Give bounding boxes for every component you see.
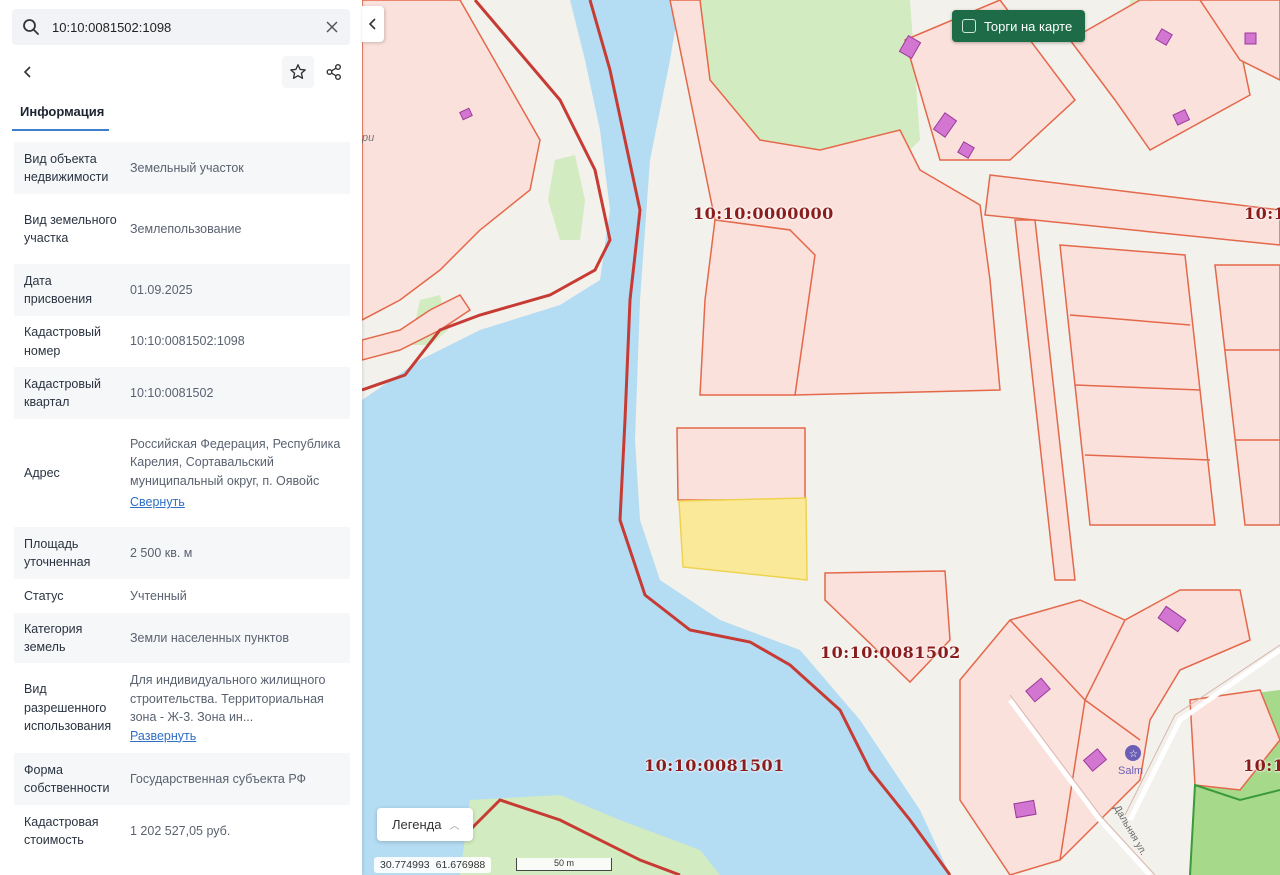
coordinates-readout: 30.774993 61.676988 [374, 857, 492, 873]
table-row: Вид разрешенного использования Для индив… [14, 663, 350, 753]
row-key: Вид земельного участка [24, 212, 117, 246]
info-sidebar: 10:10:0081502:1098 Информация Вид объект… [0, 0, 362, 875]
quarter-label: 10:10:0081501 [644, 756, 785, 775]
row-key: Дата присвоения [24, 273, 93, 307]
row-value: 2 500 кв. м [130, 545, 193, 560]
tab-bar: Информация [12, 100, 350, 132]
legend-button[interactable]: Легенда ︿ [377, 808, 473, 841]
row-value: Земельный участок [130, 160, 244, 175]
search-input[interactable]: 10:10:0081502:1098 [52, 20, 324, 35]
cadastral-map[interactable]: ☆ Salm ри Дальняя ул. 10:10:0000000 10:1… [362, 0, 1280, 875]
table-row: Кадастровый номер 10:10:0081502:1098 [14, 316, 350, 367]
table-row: Категория земель Земли населенных пункто… [14, 613, 350, 663]
share-button[interactable] [318, 56, 350, 88]
sidebar-toolbar [12, 56, 350, 88]
row-value: 10:10:0081502:1098 [130, 334, 245, 349]
row-value: Для индивидуального жилищного строительс… [130, 673, 326, 724]
row-value-container: Российская Федерация, Республика Карелия… [120, 419, 350, 527]
row-value-container: Для индивидуального жилищного строительс… [120, 663, 350, 753]
close-icon[interactable] [324, 19, 340, 35]
latitude: 61.676988 [435, 859, 486, 871]
scale-bar: 50 m [516, 858, 612, 871]
row-key: Форма собственности [24, 762, 110, 796]
quarter-label: 10:1 [1244, 204, 1280, 223]
quarter-label: 10:10:0081502 [820, 643, 961, 662]
table-row: Кадастровый квартал 10:10:0081502 [14, 367, 350, 419]
svg-text:☆: ☆ [1129, 749, 1138, 760]
row-key: Площадь уточненная [24, 536, 91, 570]
star-icon [290, 64, 306, 79]
info-table: Вид объекта недвижимости Земельный участ… [14, 142, 350, 857]
row-value: Земли населенных пунктов [130, 630, 289, 645]
map-canvas[interactable]: ☆ [362, 0, 1280, 875]
table-row: Вид земельного участка Землепользование [14, 194, 350, 264]
table-row: Вид объекта недвижимости Земельный участ… [14, 142, 350, 194]
row-key: Статус [24, 588, 64, 603]
table-row: Кадастровая стоимость 1 202 527,05 руб. [14, 805, 350, 857]
tab-information[interactable]: Информация [12, 100, 109, 131]
row-value: 01.09.2025 [130, 282, 193, 297]
checkbox-icon[interactable] [962, 19, 976, 33]
table-row: Адрес Российская Федерация, Республика К… [14, 419, 350, 527]
row-key: Вид разрешенного использования [24, 682, 112, 734]
expand-link[interactable]: Развернуть [130, 727, 342, 746]
auctions-toggle[interactable]: Торги на карте [952, 10, 1085, 42]
quarter-label: 10:10:0000000 [693, 204, 834, 223]
row-key: Кадастровый квартал [24, 376, 101, 410]
table-row: Площадь уточненная 2 500 кв. м [14, 527, 350, 579]
collapse-link[interactable]: Свернуть [130, 493, 342, 512]
table-row: Форма собственности Государственная субъ… [14, 753, 350, 805]
chevron-left-icon [23, 66, 31, 78]
back-button[interactable] [12, 56, 44, 88]
table-row: Статус Учтенный [14, 579, 350, 613]
chevron-left-icon [368, 18, 376, 30]
selected-parcel [678, 497, 808, 581]
row-value: 10:10:0081502 [130, 385, 214, 400]
search-box[interactable]: 10:10:0081502:1098 [12, 9, 350, 45]
row-key: Адрес [24, 465, 60, 480]
legend-label: Легенда [392, 817, 442, 832]
row-key: Кадастровый номер [24, 325, 101, 358]
search-icon [22, 18, 40, 36]
row-value: 1 202 527,05 руб. [130, 823, 231, 838]
row-key: Кадастровая стоимость [24, 814, 99, 848]
favorite-button[interactable] [282, 56, 314, 88]
longitude: 30.774993 [380, 859, 430, 871]
share-icon [326, 64, 341, 80]
collapse-sidebar-button[interactable] [362, 6, 384, 42]
edge-label: ри [362, 132, 375, 144]
poi-label: Salm [1118, 765, 1144, 777]
auctions-label: Торги на карте [984, 18, 1073, 34]
row-key: Вид объекта недвижимости [24, 151, 109, 185]
row-key: Категория земель [24, 621, 83, 655]
row-value: Учтенный [130, 588, 187, 603]
chevron-up-icon: ︿ [449, 821, 460, 832]
quarter-label: 10:1 [1243, 756, 1280, 775]
row-value: Землепользование [130, 221, 242, 236]
row-value: Государственная субъекта РФ [130, 771, 307, 786]
row-value: Российская Федерация, Республика Карелия… [130, 436, 341, 488]
table-row: Дата присвоения 01.09.2025 [14, 264, 350, 316]
